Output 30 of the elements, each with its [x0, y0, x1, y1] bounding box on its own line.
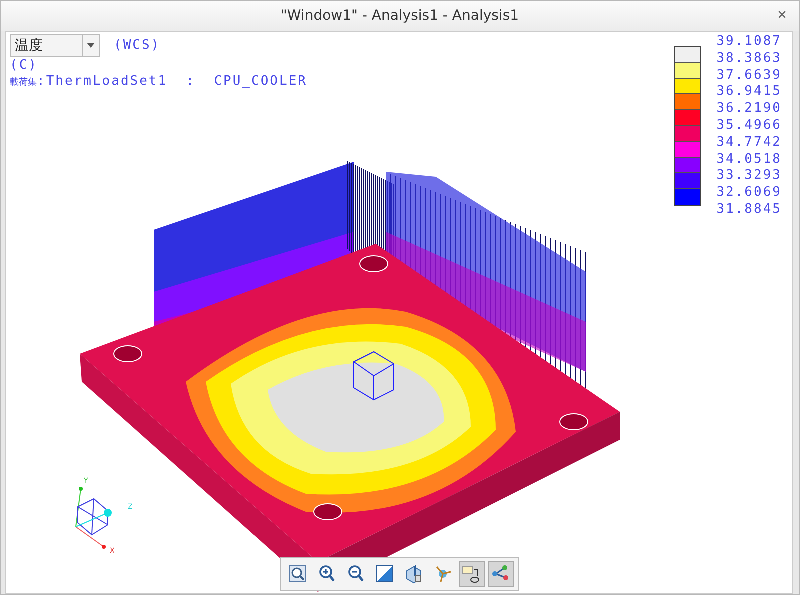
mounting-hole: [314, 504, 342, 520]
display-settings-icon: [462, 564, 482, 584]
load-set-label: 載荷集: [10, 76, 37, 89]
view-cube-icon: [404, 564, 424, 584]
legend-value: 32.6069: [716, 185, 782, 202]
coordinate-cube-icon: [354, 351, 394, 401]
zoom-in-icon: [317, 564, 337, 584]
zoom-out-icon: [346, 564, 366, 584]
legend-value: 34.0518: [716, 152, 782, 168]
zoom-fit-icon: [288, 564, 308, 584]
legend-value: 38.3863: [716, 50, 782, 68]
legend-value: 36.2190: [716, 101, 782, 118]
mounting-hole: [114, 346, 142, 362]
legend-value: 34.7742: [716, 134, 782, 152]
coordinate-system-label: (WCS): [114, 38, 161, 53]
legend-value: 33.3293: [716, 168, 782, 186]
legend-value: 35.4966: [716, 118, 782, 135]
legend-value: 39.1087: [716, 34, 782, 51]
legend-value: 31.8845: [716, 202, 782, 219]
toolbar-button[interactable]: [459, 561, 485, 587]
mounting-hole: [360, 256, 388, 272]
mounting-hole: [560, 414, 588, 430]
close-button[interactable]: ×: [774, 7, 791, 25]
unit-label: (C): [10, 58, 39, 73]
legend-value: 37.6639: [716, 68, 782, 84]
quantity-dropdown[interactable]: 温度: [10, 34, 100, 57]
load-set-value: :ThermLoadSet1 : CPU_COOLER: [37, 74, 308, 89]
legend-value: 36.9415: [716, 84, 782, 102]
window-title: "Window1" - Analysis1 - Analysis1: [280, 8, 520, 24]
shading-icon: [375, 564, 395, 584]
